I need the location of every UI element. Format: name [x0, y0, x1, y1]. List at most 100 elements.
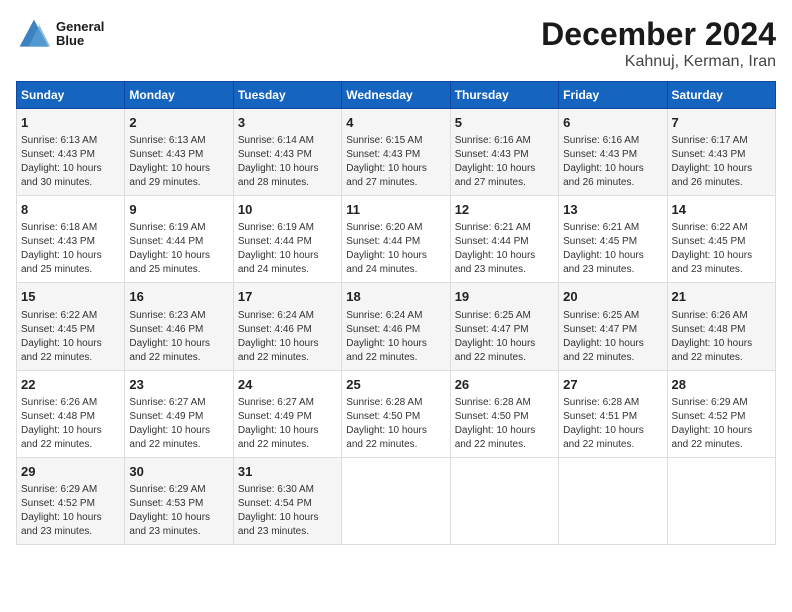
- day-number: 22: [21, 376, 120, 394]
- calendar-cell: 15 Sunrise: 6:22 AMSunset: 4:45 PMDayligh…: [17, 283, 125, 370]
- cell-content: Sunrise: 6:26 AMSunset: 4:48 PMDaylight:…: [672, 310, 753, 363]
- day-number: 7: [672, 114, 771, 132]
- cell-content: Sunrise: 6:18 AMSunset: 4:43 PMDaylight:…: [21, 222, 102, 275]
- calendar-week-row: 1Sunrise: 6:13 AMSunset: 4:43 PMDaylight…: [17, 109, 776, 196]
- calendar-cell: 12 Sunrise: 6:21 AMSunset: 4:44 PMDayligh…: [450, 196, 558, 283]
- cell-content: Sunrise: 6:22 AMSunset: 4:45 PMDaylight:…: [21, 310, 102, 363]
- calendar-cell: 3 Sunrise: 6:14 AMSunset: 4:43 PMDaylight…: [233, 109, 341, 196]
- day-number: 12: [455, 201, 554, 219]
- title-area: December 2024 Kahnuj, Kerman, Iran: [541, 16, 776, 71]
- calendar-cell: 13 Sunrise: 6:21 AMSunset: 4:45 PMDayligh…: [559, 196, 667, 283]
- calendar-cell: [450, 457, 558, 544]
- calendar-cell: 6Sunrise: 6:16 AMSunset: 4:43 PMDaylight…: [559, 109, 667, 196]
- calendar-cell: 9 Sunrise: 6:19 AMSunset: 4:44 PMDaylight…: [125, 196, 233, 283]
- day-number: 28: [672, 376, 771, 394]
- day-number: 26: [455, 376, 554, 394]
- cell-content: Sunrise: 6:29 AMSunset: 4:52 PMDaylight:…: [672, 397, 753, 450]
- day-number: 15: [21, 288, 120, 306]
- cell-content: Sunrise: 6:24 AMSunset: 4:46 PMDaylight:…: [346, 310, 427, 363]
- cell-content: Sunrise: 6:17 AMSunset: 4:43 PMDaylight:…: [672, 135, 753, 188]
- calendar-cell: 31Sunrise: 6:30 AMSunset: 4:54 PMDayligh…: [233, 457, 341, 544]
- calendar-week-row: 8 Sunrise: 6:18 AMSunset: 4:43 PMDaylight…: [17, 196, 776, 283]
- calendar-cell: 25 Sunrise: 6:28 AMSunset: 4:50 PMDayligh…: [342, 370, 450, 457]
- logo-line2: Blue: [56, 34, 104, 48]
- day-number: 4: [346, 114, 445, 132]
- calendar-week-row: 29Sunrise: 6:29 AMSunset: 4:52 PMDayligh…: [17, 457, 776, 544]
- cell-content: Sunrise: 6:25 AMSunset: 4:47 PMDaylight:…: [563, 310, 644, 363]
- day-number: 21: [672, 288, 771, 306]
- logo-line1: General: [56, 20, 104, 34]
- calendar-cell: 7 Sunrise: 6:17 AMSunset: 4:43 PMDaylight…: [667, 109, 775, 196]
- cell-content: Sunrise: 6:27 AMSunset: 4:49 PMDaylight:…: [129, 397, 210, 450]
- cell-content: Sunrise: 6:25 AMSunset: 4:47 PMDaylight:…: [455, 310, 536, 363]
- day-number: 20: [563, 288, 662, 306]
- day-number: 10: [238, 201, 337, 219]
- calendar-cell: 2Sunrise: 6:13 AMSunset: 4:43 PMDaylight…: [125, 109, 233, 196]
- calendar-cell: 10 Sunrise: 6:19 AMSunset: 4:44 PMDayligh…: [233, 196, 341, 283]
- cell-content: Sunrise: 6:13 AMSunset: 4:43 PMDaylight:…: [129, 135, 210, 188]
- calendar-header: SundayMondayTuesdayWednesdayThursdayFrid…: [17, 82, 776, 109]
- cell-content: Sunrise: 6:14 AMSunset: 4:43 PMDaylight:…: [238, 135, 319, 188]
- calendar-cell: 29Sunrise: 6:29 AMSunset: 4:52 PMDayligh…: [17, 457, 125, 544]
- header-row: SundayMondayTuesdayWednesdayThursdayFrid…: [17, 82, 776, 109]
- day-number: 5: [455, 114, 554, 132]
- cell-content: Sunrise: 6:19 AMSunset: 4:44 PMDaylight:…: [238, 222, 319, 275]
- header-day: Sunday: [17, 82, 125, 109]
- calendar-cell: 8 Sunrise: 6:18 AMSunset: 4:43 PMDaylight…: [17, 196, 125, 283]
- day-number: 16: [129, 288, 228, 306]
- cell-content: Sunrise: 6:15 AMSunset: 4:43 PMDaylight:…: [346, 135, 427, 188]
- calendar-cell: 22 Sunrise: 6:26 AMSunset: 4:48 PMDayligh…: [17, 370, 125, 457]
- cell-content: Sunrise: 6:28 AMSunset: 4:51 PMDaylight:…: [563, 397, 644, 450]
- logo-text: General Blue: [56, 20, 104, 49]
- day-number: 11: [346, 201, 445, 219]
- day-number: 18: [346, 288, 445, 306]
- cell-content: Sunrise: 6:29 AMSunset: 4:52 PMDaylight:…: [21, 484, 102, 537]
- logo: General Blue: [16, 16, 104, 52]
- calendar-week-row: 22 Sunrise: 6:26 AMSunset: 4:48 PMDayligh…: [17, 370, 776, 457]
- calendar-cell: 4 Sunrise: 6:15 AMSunset: 4:43 PMDaylight…: [342, 109, 450, 196]
- day-number: 30: [129, 463, 228, 481]
- calendar-cell: 5 Sunrise: 6:16 AMSunset: 4:43 PMDaylight…: [450, 109, 558, 196]
- day-number: 8: [21, 201, 120, 219]
- day-number: 19: [455, 288, 554, 306]
- calendar-body: 1Sunrise: 6:13 AMSunset: 4:43 PMDaylight…: [17, 109, 776, 545]
- cell-content: Sunrise: 6:28 AMSunset: 4:50 PMDaylight:…: [346, 397, 427, 450]
- page-header: General Blue December 2024 Kahnuj, Kerma…: [16, 16, 776, 71]
- calendar-cell: 23Sunrise: 6:27 AMSunset: 4:49 PMDayligh…: [125, 370, 233, 457]
- cell-content: Sunrise: 6:21 AMSunset: 4:45 PMDaylight:…: [563, 222, 644, 275]
- calendar-cell: 1Sunrise: 6:13 AMSunset: 4:43 PMDaylight…: [17, 109, 125, 196]
- calendar-cell: [342, 457, 450, 544]
- calendar-cell: 16Sunrise: 6:23 AMSunset: 4:46 PMDayligh…: [125, 283, 233, 370]
- calendar-cell: 26 Sunrise: 6:28 AMSunset: 4:50 PMDayligh…: [450, 370, 558, 457]
- cell-content: Sunrise: 6:22 AMSunset: 4:45 PMDaylight:…: [672, 222, 753, 275]
- cell-content: Sunrise: 6:16 AMSunset: 4:43 PMDaylight:…: [455, 135, 536, 188]
- calendar-table: SundayMondayTuesdayWednesdayThursdayFrid…: [16, 81, 776, 545]
- cell-content: Sunrise: 6:28 AMSunset: 4:50 PMDaylight:…: [455, 397, 536, 450]
- cell-content: Sunrise: 6:13 AMSunset: 4:43 PMDaylight:…: [21, 135, 102, 188]
- header-day: Wednesday: [342, 82, 450, 109]
- calendar-cell: 17Sunrise: 6:24 AMSunset: 4:46 PMDayligh…: [233, 283, 341, 370]
- header-day: Monday: [125, 82, 233, 109]
- cell-content: Sunrise: 6:19 AMSunset: 4:44 PMDaylight:…: [129, 222, 210, 275]
- day-number: 14: [672, 201, 771, 219]
- header-day: Saturday: [667, 82, 775, 109]
- calendar-cell: 21 Sunrise: 6:26 AMSunset: 4:48 PMDayligh…: [667, 283, 775, 370]
- day-number: 27: [563, 376, 662, 394]
- cell-content: Sunrise: 6:24 AMSunset: 4:46 PMDaylight:…: [238, 310, 319, 363]
- calendar-cell: 18 Sunrise: 6:24 AMSunset: 4:46 PMDayligh…: [342, 283, 450, 370]
- day-number: 6: [563, 114, 662, 132]
- calendar-cell: 27 Sunrise: 6:28 AMSunset: 4:51 PMDayligh…: [559, 370, 667, 457]
- calendar-cell: 20 Sunrise: 6:25 AMSunset: 4:47 PMDayligh…: [559, 283, 667, 370]
- cell-content: Sunrise: 6:20 AMSunset: 4:44 PMDaylight:…: [346, 222, 427, 275]
- day-number: 3: [238, 114, 337, 132]
- day-number: 13: [563, 201, 662, 219]
- day-number: 25: [346, 376, 445, 394]
- day-number: 9: [129, 201, 228, 219]
- calendar-cell: 28 Sunrise: 6:29 AMSunset: 4:52 PMDayligh…: [667, 370, 775, 457]
- cell-content: Sunrise: 6:26 AMSunset: 4:48 PMDaylight:…: [21, 397, 102, 450]
- calendar-cell: 19 Sunrise: 6:25 AMSunset: 4:47 PMDayligh…: [450, 283, 558, 370]
- cell-content: Sunrise: 6:21 AMSunset: 4:44 PMDaylight:…: [455, 222, 536, 275]
- header-day: Thursday: [450, 82, 558, 109]
- header-day: Tuesday: [233, 82, 341, 109]
- subtitle: Kahnuj, Kerman, Iran: [541, 53, 776, 71]
